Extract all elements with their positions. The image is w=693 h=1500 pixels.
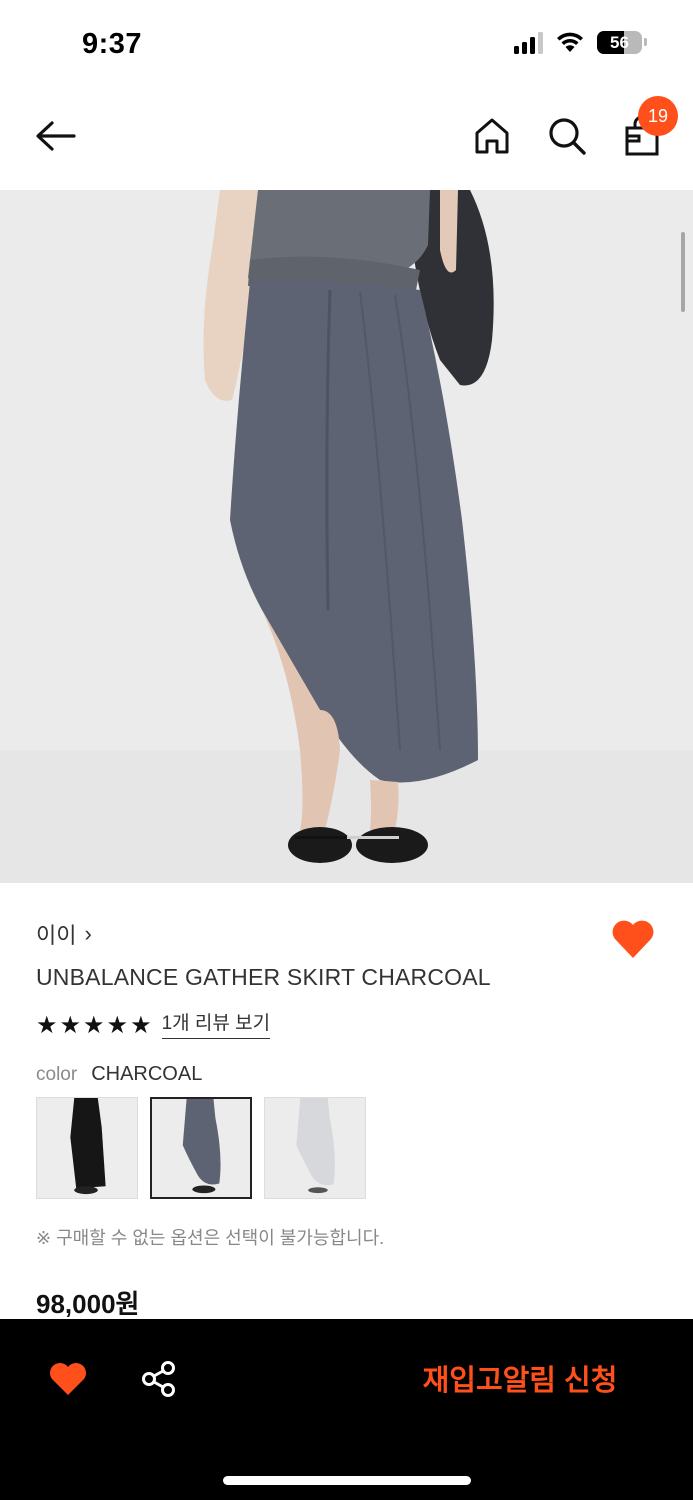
swatch-light-gray[interactable] — [264, 1097, 366, 1199]
product-price: 98,000원 — [36, 1289, 140, 1319]
brand-link[interactable]: 이이 › — [36, 918, 92, 950]
wifi-icon — [557, 32, 583, 52]
back-button[interactable] — [30, 114, 82, 158]
home-button[interactable] — [470, 114, 514, 158]
image-scrollbar[interactable] — [681, 232, 685, 312]
star-icon: ★ — [83, 1012, 105, 1039]
review-link[interactable]: 1개 리뷰 보기 — [161, 1013, 271, 1039]
share-button[interactable] — [140, 1360, 178, 1398]
product-image[interactable] — [0, 190, 693, 883]
bottom-wishlist-button[interactable] — [48, 1361, 88, 1397]
cart-count-badge: 19 — [638, 96, 678, 136]
color-label: color — [36, 1064, 78, 1085]
app-header: 19 — [0, 92, 693, 190]
swatch-black[interactable] — [36, 1097, 138, 1199]
status-bar: 9:37 56 — [0, 0, 693, 92]
home-icon — [475, 118, 509, 154]
swatch-light-gray-image — [265, 1098, 365, 1198]
color-value: CHARCOAL — [91, 1063, 203, 1085]
rating-stars: ★ ★ ★ ★ ★ — [36, 1012, 152, 1040]
arrow-left-icon — [36, 121, 76, 151]
rating: ★ ★ ★ ★ ★ 1개 리뷰 보기 — [36, 1012, 271, 1040]
product-name: UNBALANCE GATHER SKIRT CHARCOAL — [36, 964, 491, 990]
battery-level: 56 — [610, 32, 629, 52]
star-icon: ★ — [130, 1012, 152, 1039]
product-detail-page: 9:37 56 19 이이 › UNBALANCE GATHER SKIRT C… — [0, 0, 693, 1500]
star-icon: ★ — [106, 1012, 129, 1039]
color-swatches — [36, 1097, 366, 1199]
status-icons: 56 — [514, 30, 647, 54]
share-icon — [142, 1361, 175, 1397]
heart-icon — [50, 1363, 86, 1395]
wishlist-button[interactable] — [610, 918, 656, 960]
product-photo — [0, 190, 693, 883]
swatch-black-image — [37, 1098, 137, 1198]
battery-icon: 56 — [597, 30, 642, 54]
home-indicator — [223, 1476, 471, 1485]
bottom-action-bar: 재입고알림 신청 — [0, 1319, 693, 1500]
brand-name: 이이 — [36, 923, 77, 948]
status-time: 9:37 — [82, 28, 143, 60]
chevron-right-icon: › — [84, 921, 92, 946]
color-row: color CHARCOAL — [36, 1063, 202, 1086]
heart-icon — [612, 920, 654, 958]
search-icon — [549, 118, 586, 155]
swatch-charcoal-image — [152, 1099, 250, 1197]
restock-alert-button[interactable]: 재입고알림 신청 — [410, 1357, 630, 1405]
option-notice: ※ 구매할 수 없는 옵션은 선택이 불가능합니다. — [36, 1228, 385, 1248]
image-pagination-indicator — [295, 836, 399, 839]
cellular-signal-icon — [514, 30, 543, 54]
swatch-charcoal[interactable] — [150, 1097, 252, 1199]
search-button[interactable] — [545, 114, 589, 158]
star-icon: ★ — [36, 1012, 58, 1039]
star-icon: ★ — [59, 1012, 82, 1039]
